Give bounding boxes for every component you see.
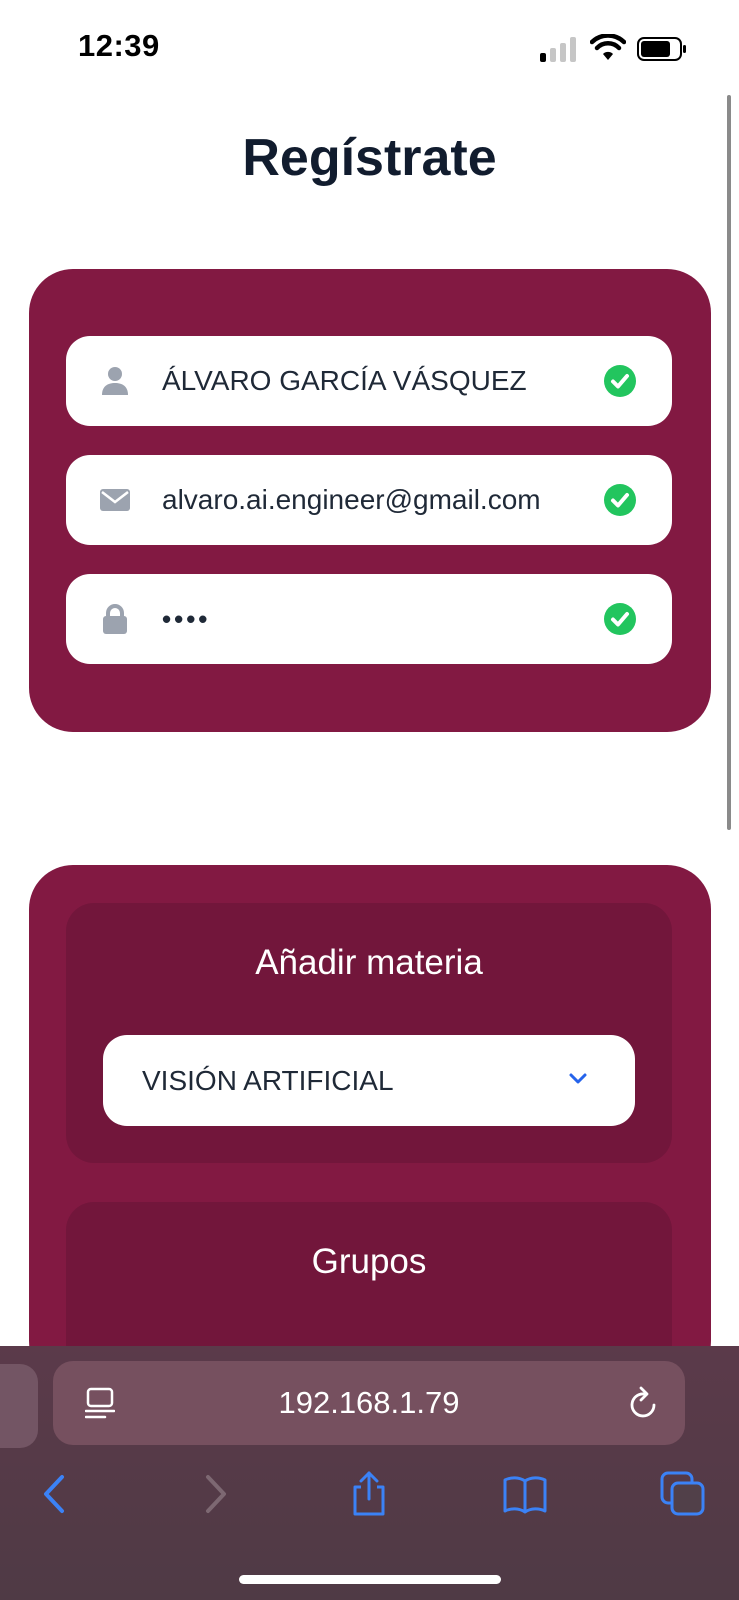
previous-tab-preview[interactable] bbox=[0, 1364, 38, 1448]
password-field[interactable]: •••• bbox=[66, 574, 672, 664]
forward-icon[interactable] bbox=[192, 1471, 238, 1517]
back-icon[interactable] bbox=[32, 1471, 78, 1517]
url-text: 192.168.1.79 bbox=[278, 1385, 460, 1420]
status-bar: 12:39 bbox=[0, 0, 739, 100]
tabs-icon[interactable] bbox=[660, 1471, 706, 1517]
cellular-signal-icon bbox=[540, 36, 580, 62]
chevron-down-icon bbox=[569, 1073, 587, 1084]
password-value: •••• bbox=[162, 604, 211, 634]
bookmarks-icon[interactable] bbox=[502, 1471, 548, 1517]
page-title: Regístrate bbox=[242, 129, 497, 187]
add-subject-panel: Añadir materia VISIÓN ARTIFICIAL bbox=[66, 903, 672, 1163]
wifi-icon bbox=[590, 34, 626, 60]
status-time: 12:39 bbox=[78, 28, 160, 63]
reload-icon[interactable] bbox=[627, 1385, 661, 1421]
page-scrollbar[interactable] bbox=[727, 95, 731, 830]
user-icon bbox=[102, 367, 128, 395]
check-circle-icon bbox=[604, 365, 636, 397]
name-value: ÁLVARO GARCÍA VÁSQUEZ bbox=[162, 365, 527, 396]
browser-toolbar: 192.168.1.79 bbox=[0, 1346, 739, 1600]
envelope-icon bbox=[100, 489, 130, 511]
check-circle-icon bbox=[604, 484, 636, 516]
share-icon[interactable] bbox=[346, 1471, 392, 1517]
subject-select-value: VISIÓN ARTIFICIAL bbox=[142, 1065, 394, 1096]
registration-card: ÁLVARO GARCÍA VÁSQUEZ alvaro.ai.engineer… bbox=[29, 269, 711, 732]
subject-select[interactable]: VISIÓN ARTIFICIAL bbox=[103, 1035, 635, 1126]
groups-title: Grupos bbox=[311, 1242, 427, 1281]
email-field[interactable]: alvaro.ai.engineer@gmail.com bbox=[66, 455, 672, 545]
address-bar[interactable]: 192.168.1.79 bbox=[53, 1361, 685, 1445]
lock-icon bbox=[103, 604, 127, 634]
battery-icon bbox=[637, 37, 686, 61]
check-circle-icon bbox=[604, 603, 636, 635]
add-subject-title: Añadir materia bbox=[255, 943, 483, 982]
subjects-card: Añadir materia VISIÓN ARTIFICIAL Grupos bbox=[29, 865, 711, 1402]
email-value: alvaro.ai.engineer@gmail.com bbox=[162, 484, 541, 515]
name-field[interactable]: ÁLVARO GARCÍA VÁSQUEZ bbox=[66, 336, 672, 426]
home-indicator[interactable] bbox=[239, 1575, 501, 1584]
